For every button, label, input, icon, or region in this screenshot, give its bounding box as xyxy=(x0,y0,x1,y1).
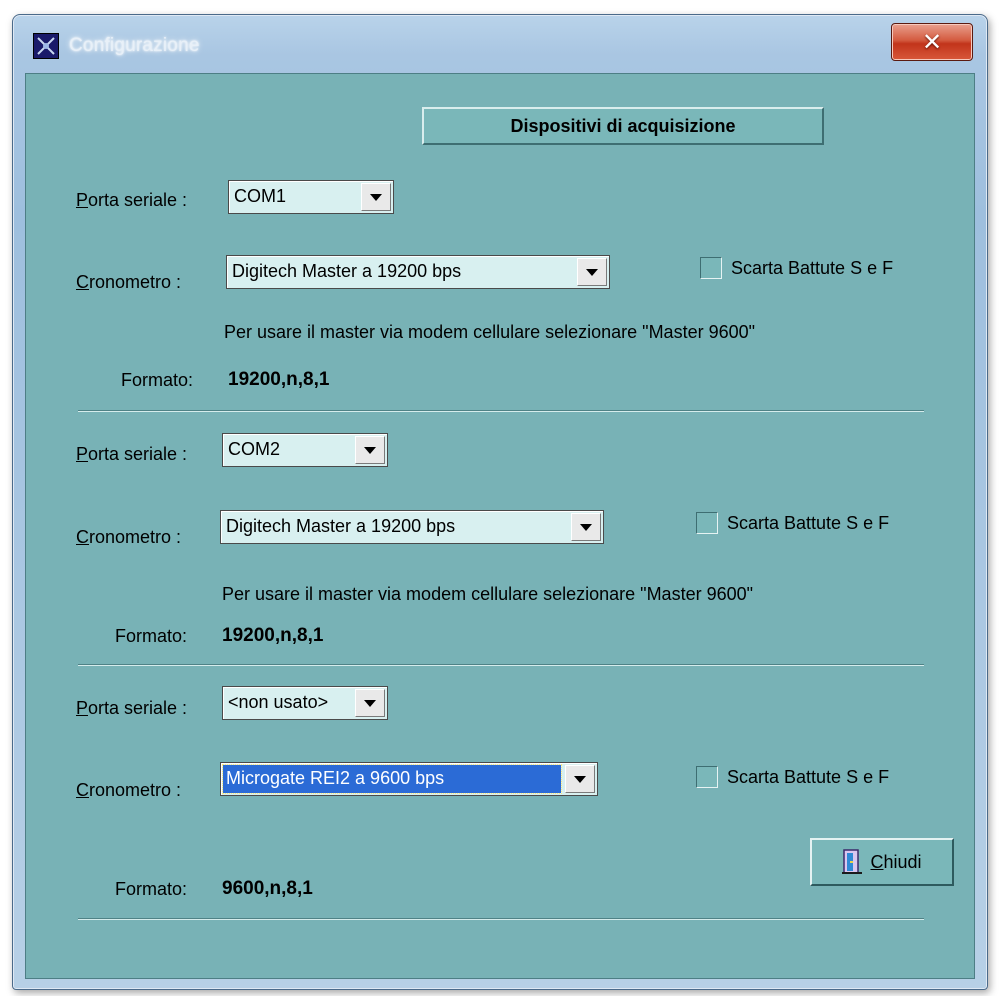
chrono-select-3[interactable]: Microgate REI2 a 9600 bps xyxy=(220,762,598,796)
checkbox-label: Scarta Battute S e F xyxy=(727,766,890,787)
door-exit-icon xyxy=(842,849,863,874)
acquisition-devices-header[interactable]: Dispositivi di acquisizione xyxy=(422,107,824,145)
chrono-select-2-value: Digitech Master a 19200 bps xyxy=(226,516,456,536)
format-value-3: 9600,n,8,1 xyxy=(222,878,313,899)
master-note-2: Per usare il master via modem cellulare … xyxy=(222,584,754,604)
chevron-down-icon[interactable] xyxy=(355,436,385,464)
checkbox-label: Scarta Battute S e F xyxy=(731,257,894,278)
chrono-select-3-value: Microgate REI2 a 9600 bps xyxy=(222,764,562,794)
format-value-2: 19200,n,8,1 xyxy=(222,625,324,646)
chevron-down-icon[interactable] xyxy=(565,765,595,793)
format-label-3: Formato: xyxy=(115,879,188,899)
chrono-select-1-value: Digitech Master a 19200 bps xyxy=(232,261,462,281)
chevron-down-icon[interactable] xyxy=(361,183,391,211)
chrono-label-1: Cronometro : xyxy=(76,272,182,292)
port-label-3: Porta seriale : xyxy=(76,698,188,718)
format-label-1: Formato: xyxy=(121,370,194,390)
title-bar[interactable]: Configurazione ✕ xyxy=(13,15,987,73)
format-label-2: Formato: xyxy=(115,626,188,646)
window-title: Configurazione xyxy=(69,35,200,56)
port-label-2: Porta seriale : xyxy=(76,444,188,464)
close-dialog-button[interactable]: Chiudi xyxy=(810,838,954,886)
port-select-1[interactable]: COM1 xyxy=(228,180,394,214)
discard-checkbox-1[interactable]: Scarta Battute S e F xyxy=(700,257,893,279)
checkbox-label: Scarta Battute S e F xyxy=(727,512,890,533)
config-window: Configurazione ✕ Dispositivi di acquisiz… xyxy=(12,14,988,990)
chrono-label-3: Cronometro : xyxy=(76,780,182,800)
chevron-down-icon[interactable] xyxy=(571,513,601,541)
port-label-1: Porta seriale : xyxy=(76,190,188,210)
window-close-button[interactable]: ✕ xyxy=(891,23,973,61)
close-dialog-label: Chiudi xyxy=(870,851,922,872)
format-value-1: 19200,n,8,1 xyxy=(228,369,330,390)
close-icon: ✕ xyxy=(921,28,943,56)
checkbox-box[interactable] xyxy=(696,512,718,534)
chrono-select-2[interactable]: Digitech Master a 19200 bps xyxy=(220,510,604,544)
separator xyxy=(78,918,924,920)
discard-checkbox-2[interactable]: Scarta Battute S e F xyxy=(696,512,889,534)
port-select-2[interactable]: COM2 xyxy=(222,433,388,467)
master-note-1: Per usare il master via modem cellulare … xyxy=(224,322,756,342)
client-area: Dispositivi di acquisizione Porta serial… xyxy=(25,73,975,979)
checkbox-box[interactable] xyxy=(696,766,718,788)
separator xyxy=(78,664,924,666)
port-select-3[interactable]: <non usato> xyxy=(222,686,388,720)
port-select-1-value: COM1 xyxy=(234,186,287,206)
checkbox-box[interactable] xyxy=(700,257,722,279)
port-select-2-value: COM2 xyxy=(228,439,281,459)
chrono-select-1[interactable]: Digitech Master a 19200 bps xyxy=(226,255,610,289)
chevron-down-icon[interactable] xyxy=(355,689,385,717)
discard-checkbox-3[interactable]: Scarta Battute S e F xyxy=(696,766,889,788)
app-icon xyxy=(33,33,59,59)
separator xyxy=(78,410,924,412)
chrono-label-2: Cronometro : xyxy=(76,527,182,547)
port-select-3-value: <non usato> xyxy=(228,692,329,712)
chevron-down-icon[interactable] xyxy=(577,258,607,286)
